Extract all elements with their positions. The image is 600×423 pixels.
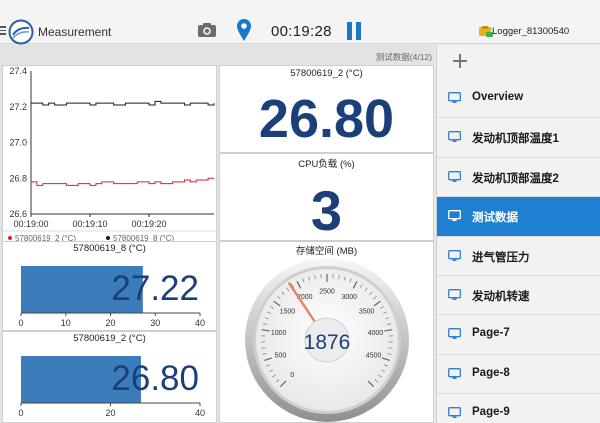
monitor-icon — [448, 328, 461, 340]
page-sidebar: Overview 发动机顶部温度1 发动机顶部温度2 测试数据 进气管压力 发动… — [436, 45, 600, 423]
panel-title: 57800619_8 (°C) — [73, 243, 146, 254]
bar-gauge: 0 20 40 26.80 — [18, 356, 205, 418]
menu-icon[interactable] — [0, 26, 6, 36]
bar-value-label: 26.80 — [111, 359, 199, 398]
y-tick-label: 27.0 — [9, 138, 27, 148]
big-value: 26.80 — [258, 89, 395, 149]
gauge-tick-label: 4000 — [368, 330, 384, 337]
bar-value-label: 27.22 — [111, 269, 199, 308]
bar-panel-2[interactable]: 57800619_2 (°C) 0 20 40 26.80 — [2, 331, 217, 423]
sidebar-item-label: 进气管压力 — [472, 251, 530, 264]
x-tick-label: 00:19:00 — [13, 219, 48, 229]
gauge-tick-label: 1000 — [271, 330, 287, 337]
sidebar-item-label: Page-8 — [472, 366, 510, 379]
y-tick-label: 27.4 — [9, 66, 27, 76]
gauge-tick-label: 500 — [275, 353, 287, 360]
gauge-panel-storage[interactable]: 存储空间 (MB) 0 500 1000 1500 2000 2500 3000 3500 40… — [219, 241, 434, 423]
monitor-icon — [448, 249, 461, 261]
camera-icon[interactable] — [197, 22, 217, 38]
sidebar-item-label: Overview — [472, 91, 524, 103]
y-tick-label: 26.6 — [9, 209, 27, 219]
panel-title: CPU负载 (%) — [298, 159, 355, 170]
page-indicator: 测试数据(4/12) — [375, 52, 432, 62]
value-panel-temperature[interactable]: 57800619_2 (°C) 26.80 — [219, 65, 434, 153]
legend-marker — [8, 236, 12, 240]
bar-tick-label: 20 — [105, 408, 115, 418]
line-chart: 27.4 27.2 27.0 26.8 26.600:19:00 00:19:10 00:1… — [3, 66, 218, 243]
monitor-icon — [448, 367, 461, 379]
y-tick-label: 27.2 — [9, 102, 27, 112]
bar-tick-label: 10 — [61, 318, 71, 328]
gauge-value: 1876 — [304, 331, 351, 354]
bar-tick-label: 40 — [195, 318, 205, 328]
top-bar: Measurement 00:19:28 Logger_81300540 — [0, 0, 600, 45]
series-line-0 — [31, 177, 214, 186]
app-title: Measurement — [38, 25, 112, 39]
monitor-icon — [448, 407, 461, 419]
sidebar-item[interactable]: Page-8 — [437, 355, 600, 395]
logger-status-icon — [479, 26, 493, 37]
monitor-icon — [448, 131, 461, 143]
app-logo-icon — [8, 19, 34, 45]
bar-tick-label: 30 — [150, 318, 160, 328]
x-tick-label: 00:19:20 — [132, 219, 167, 229]
sidebar-item[interactable]: Page-7 — [437, 315, 600, 355]
gauge-tick-label: 2500 — [319, 289, 335, 296]
panel-title: 存储空间 (MB) — [295, 246, 358, 257]
sidebar-item[interactable]: Overview — [437, 79, 600, 119]
bar-tick-label: 20 — [105, 318, 115, 328]
series-line-1 — [31, 100, 215, 106]
recording-timer: 00:19:28 — [271, 23, 332, 40]
sidebar-item-label: 测试数据 — [472, 212, 518, 225]
sidebar-item-label: Page-9 — [472, 406, 510, 419]
sidebar-item-label: 发动机顶部温度2 — [472, 172, 559, 185]
bar-gauge: 0 10 20 30 40 27.22 — [18, 266, 205, 328]
monitor-icon — [448, 289, 461, 300]
sidebar-item[interactable]: Page-9 — [437, 394, 600, 423]
big-value: 3 — [310, 179, 343, 242]
sidebar-item[interactable]: 进气管压力 — [437, 237, 600, 276]
sidebar-item[interactable]: 发动机顶部温度1 — [437, 118, 600, 158]
sidebar-item-label: 发动机顶部温度1 — [472, 133, 559, 146]
gauge-tick-label: 0 — [290, 372, 294, 379]
pause-icon[interactable] — [347, 22, 363, 40]
sidebar-item-label: 发动机转速 — [472, 290, 530, 303]
measurement-app: Measurement 00:19:28 Logger_81300540 测试数… — [0, 0, 600, 423]
monitor-icon — [448, 210, 461, 222]
page-list: Overview 发动机顶部温度1 发动机顶部温度2 测试数据 进气管压力 发动… — [437, 79, 600, 423]
panel-title: 57800619_2 (°C) — [290, 68, 363, 79]
sidebar-item[interactable]: 测试数据 — [437, 197, 600, 237]
logger-name[interactable]: Logger_81300540 — [492, 26, 569, 37]
bar-panel-1[interactable]: 57800619_8 (°C) 0 10 20 30 40 27.22 — [2, 241, 217, 331]
gauge-tick-label: 3500 — [359, 309, 375, 316]
line-chart-panel[interactable]: 27.4 27.2 27.0 26.8 26.6 00:19:00 00:19:10 00:1… — [2, 65, 218, 257]
bar-tick-label: 0 — [18, 318, 23, 328]
gauge-tick-label: 4500 — [366, 353, 382, 360]
add-page-icon[interactable] — [453, 54, 467, 68]
panel-title: 57800619_2 (°C) — [73, 333, 146, 344]
x-tick-label: 00:19:10 — [73, 219, 108, 229]
sidebar-item[interactable]: 发动机转速 — [437, 276, 600, 316]
sidebar-item-label: Page-7 — [472, 327, 510, 340]
sidebar-item[interactable]: 发动机顶部温度2 — [437, 158, 600, 198]
bar-tick-label: 0 — [18, 408, 23, 418]
bar-tick-label: 40 — [195, 408, 205, 418]
location-pin-icon[interactable] — [236, 18, 252, 42]
dashboard-area: 测试数据(4/12) 27.4 27.2 27.0 26.8 26.6 00:19:00 0… — [0, 45, 434, 423]
gauge-tick-label: 1500 — [280, 309, 296, 316]
gauge-tick-label: 3000 — [341, 294, 357, 301]
legend-marker — [106, 236, 110, 240]
monitor-icon — [448, 92, 461, 103]
y-tick-label: 26.8 — [9, 173, 27, 183]
monitor-icon — [448, 170, 461, 182]
value-panel-cpu[interactable]: CPU负载 (%) 3 — [219, 153, 434, 242]
dial-gauge: 0500100015002000250030003500400045001876 — [245, 258, 409, 422]
